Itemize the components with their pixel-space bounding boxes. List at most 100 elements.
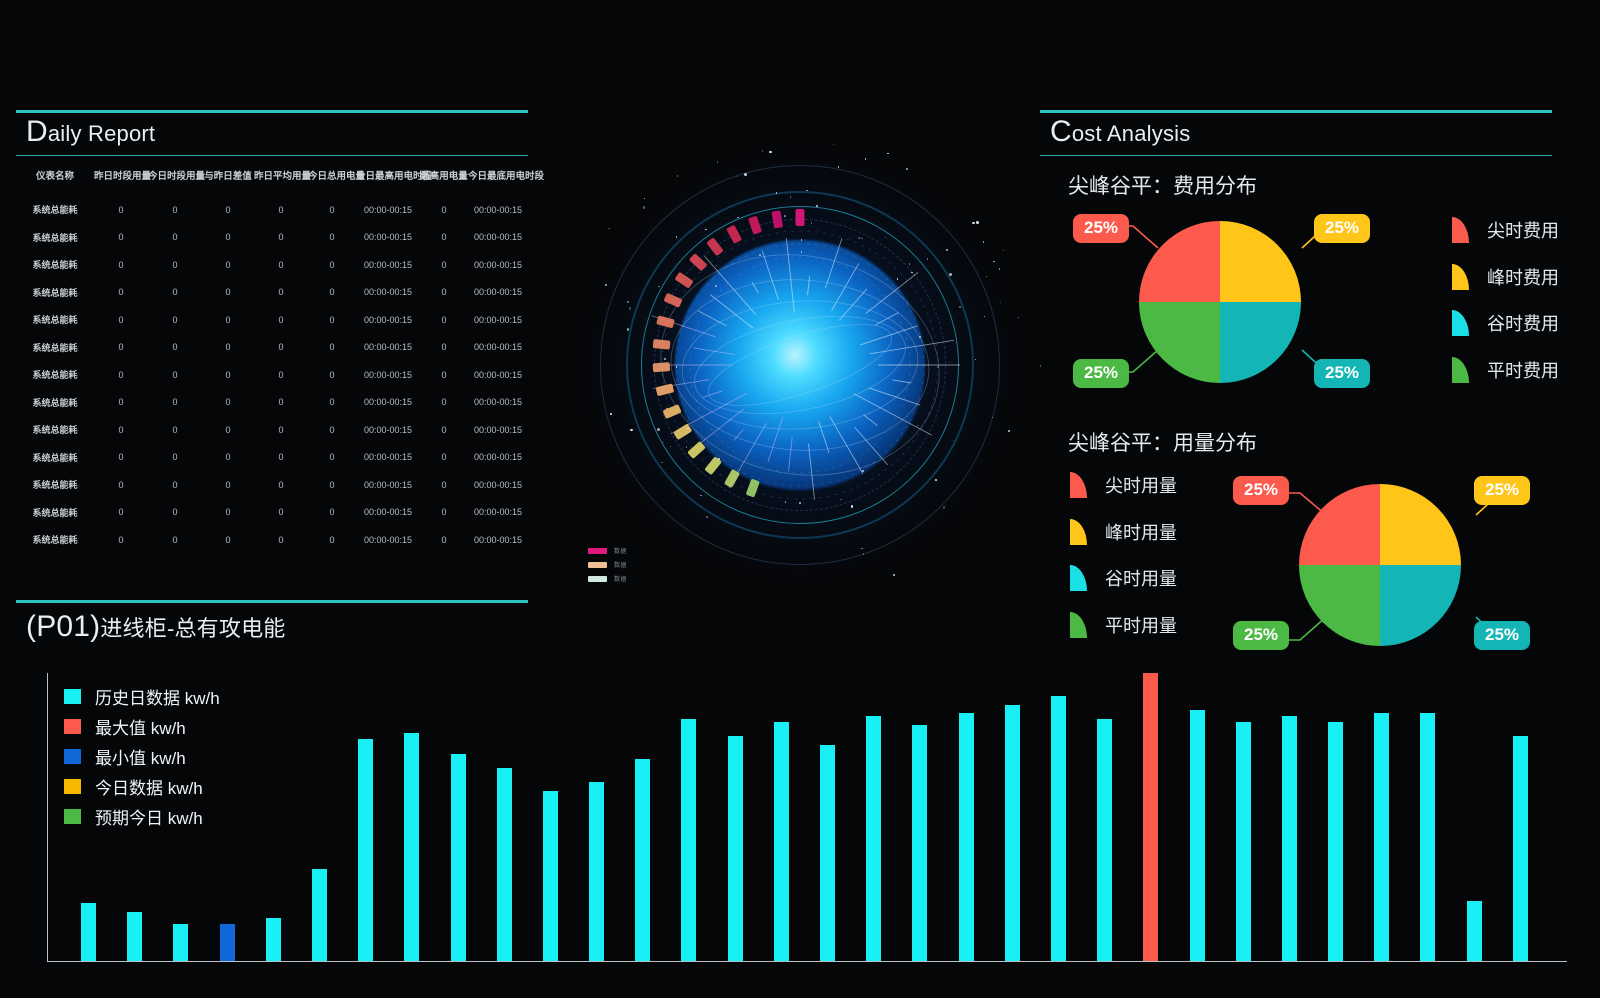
table-cell-value: 0: [329, 314, 335, 325]
daily-report-table[interactable]: 仪表名称 昨日时段用量 今日时段用量 与昨日差值 昨日平均用量 今日总用电量 今日最高用电时…: [16, 168, 544, 554]
bar[interactable]: [496, 768, 512, 961]
bar[interactable]: [1512, 736, 1528, 961]
star-dot: [985, 275, 988, 278]
cost-legend-item[interactable]: 尖时费用: [1452, 207, 1559, 254]
bar-legend-label: 预期今日 kw/h: [95, 808, 203, 828]
bar[interactable]: [127, 912, 143, 961]
globe-legend-label: 数据: [614, 549, 628, 555]
bar[interactable]: [727, 736, 743, 961]
cost-pie-legend[interactable]: 尖时费用 峰时费用 谷时费用 平时费用: [1452, 207, 1559, 393]
table-cell-value: 0: [278, 342, 284, 353]
table-row[interactable]: 系统总能耗 0 0 0 0 0 00:00-00:15 0 00:00-00:15: [16, 416, 528, 444]
table-cell-value: 0: [225, 397, 231, 408]
table-cell-value: 0: [172, 424, 178, 435]
bar[interactable]: [81, 903, 96, 961]
table-cell-meter-name: 系统总能耗: [32, 315, 78, 326]
bar[interactable]: [773, 721, 789, 961]
bar[interactable]: [1281, 716, 1297, 961]
table-row[interactable]: 系统总能耗 0 0 0 0 0 00:00-00:15 0 00:00-00:15: [16, 279, 528, 307]
bar[interactable]: [219, 923, 235, 961]
usage-pie-legend[interactable]: 尖时用量 峰时用量 谷时用量 平时用量: [1070, 462, 1177, 648]
table-row[interactable]: 系统总能耗 0 0 0 0 0 00:00-00:15 0 00:00-00:15: [16, 444, 528, 472]
table-row[interactable]: 系统总能耗 0 0 0 0 0 00:00-00:15 0 00:00-00:15: [16, 361, 528, 389]
usage-legend-item[interactable]: 峰时用量: [1070, 509, 1177, 556]
table-column-header: 昨日时段用量: [94, 171, 152, 182]
bar[interactable]: [265, 917, 281, 961]
table-row[interactable]: 系统总能耗 0 0 0 0 0 00:00-00:15 0 00:00-00:15: [16, 471, 528, 499]
bar[interactable]: [173, 923, 189, 961]
bar[interactable]: [1004, 704, 1020, 961]
bar[interactable]: [404, 733, 420, 961]
bar[interactable]: [358, 739, 374, 961]
globe-legend-item: 数据: [588, 560, 627, 569]
bar[interactable]: [958, 713, 974, 961]
bar-chart-legend[interactable]: 历史日数据 kw/h 最大值 kw/h 最小值 kw/h 今日数据 kw/h 预期今日 …: [64, 681, 220, 831]
bar[interactable]: [1328, 721, 1344, 961]
table-row[interactable]: 系统总能耗 0 0 0 0 0 00:00-00:15 0 00:00-00:15: [16, 499, 528, 527]
cost-legend-item[interactable]: 峰时费用: [1452, 254, 1559, 301]
table-cell-meter-name: 系统总能耗: [32, 452, 78, 463]
table-cell-value: 0: [118, 507, 124, 518]
table-row[interactable]: 系统总能耗 0 0 0 0 0 00:00-00:15 0 00:00-00:15: [16, 306, 528, 334]
table-cell-value: 0: [441, 369, 447, 380]
bar[interactable]: [589, 782, 605, 961]
energy-bar-chart[interactable]: 历史日数据 kw/h 最大值 kw/h 最小值 kw/h 今日数据 kw/h 预期今日 …: [16, 655, 1568, 998]
bar[interactable]: [1050, 696, 1066, 961]
table-cell-value: 0: [441, 479, 447, 490]
usage-legend-item[interactable]: 尖时用量: [1070, 462, 1177, 509]
star-dot: [837, 166, 840, 168]
bar[interactable]: [1466, 900, 1482, 961]
table-row[interactable]: 系统总能耗 0 0 0 0 0 00:00-00:15 0 00:00-00:15: [16, 334, 528, 362]
table-cell-value: 0: [118, 314, 124, 325]
cost-analysis-header: Cost Analysis: [1040, 110, 1552, 156]
table-cell-value: 0: [441, 507, 447, 518]
table-cell-value: 0: [225, 369, 231, 380]
table-row[interactable]: 系统总能耗 0 0 0 0 0 00:00-00:15 0 00:00-00:15: [16, 526, 528, 554]
table-cell-value: 00:00-00:15: [473, 287, 523, 298]
bar-legend-item[interactable]: 预期今日 kw/h: [64, 801, 220, 831]
bar[interactable]: [681, 719, 697, 961]
star-dot: [949, 273, 952, 276]
usage-pie-chart[interactable]: [1299, 484, 1461, 646]
usage-legend-item[interactable]: 平时用量: [1070, 602, 1177, 649]
bar[interactable]: [1143, 673, 1159, 961]
bar[interactable]: [1420, 713, 1436, 961]
usage-legend-item[interactable]: 谷时用量: [1070, 555, 1177, 602]
bar-legend-item[interactable]: 今日数据 kw/h: [64, 771, 220, 801]
bar[interactable]: [1189, 710, 1205, 961]
bar[interactable]: [912, 724, 928, 961]
table-column-header: 今日时段用量: [148, 171, 206, 182]
bar[interactable]: [866, 716, 882, 961]
cost-legend-item[interactable]: 谷时费用: [1452, 300, 1559, 347]
bar[interactable]: [1097, 719, 1113, 961]
cost-legend-item[interactable]: 平时费用: [1452, 347, 1559, 394]
star-dot: [610, 413, 612, 415]
bar[interactable]: [450, 753, 466, 961]
table-cell-meter-name: 系统总能耗: [32, 232, 78, 243]
bar[interactable]: [542, 791, 558, 961]
bar[interactable]: [635, 759, 651, 961]
table-row[interactable]: 系统总能耗 0 0 0 0 0 00:00-00:15 0 00:00-00:15: [16, 389, 528, 417]
table-body[interactable]: 系统总能耗 0 0 0 0 0 00:00-00:15 0 00:00-00:15 系统总能耗 0 0…: [16, 196, 528, 554]
bar-chart-title-rest: 进线柜-总有攻电能: [100, 616, 286, 641]
table-row[interactable]: 系统总能耗 0 0 0 0 0 00:00-00:15 0 00:00-00:15: [16, 196, 528, 224]
bar-series-container[interactable]: [47, 673, 1567, 961]
table-row[interactable]: 系统总能耗 0 0 0 0 0 00:00-00:15 0 00:00-00:15: [16, 251, 528, 279]
bar[interactable]: [1235, 721, 1251, 961]
bar-legend-item[interactable]: 历史日数据 kw/h: [64, 681, 220, 711]
star-dot: [784, 215, 786, 217]
globe-legend-label: 数据: [614, 577, 628, 583]
cost-pie-chart[interactable]: [1139, 221, 1301, 383]
bar[interactable]: [820, 745, 835, 961]
bar-legend-label: 最小值 kw/h: [95, 748, 186, 768]
table-cell-value: 0: [225, 314, 231, 325]
table-cell-value: 00:00-00:15: [363, 314, 413, 325]
legend-swatch-icon: [64, 718, 81, 734]
globe-legend-swatch-icon: [588, 561, 607, 568]
bar[interactable]: [1374, 713, 1390, 961]
table-row[interactable]: 系统总能耗 0 0 0 0 0 00:00-00:15 0 00:00-00:15: [16, 224, 528, 252]
bar[interactable]: [311, 868, 327, 961]
bar-legend-item[interactable]: 最小值 kw/h: [64, 741, 220, 771]
bar-legend-item[interactable]: 最大值 kw/h: [64, 711, 220, 741]
pie-wedge-icon: [1070, 611, 1087, 638]
